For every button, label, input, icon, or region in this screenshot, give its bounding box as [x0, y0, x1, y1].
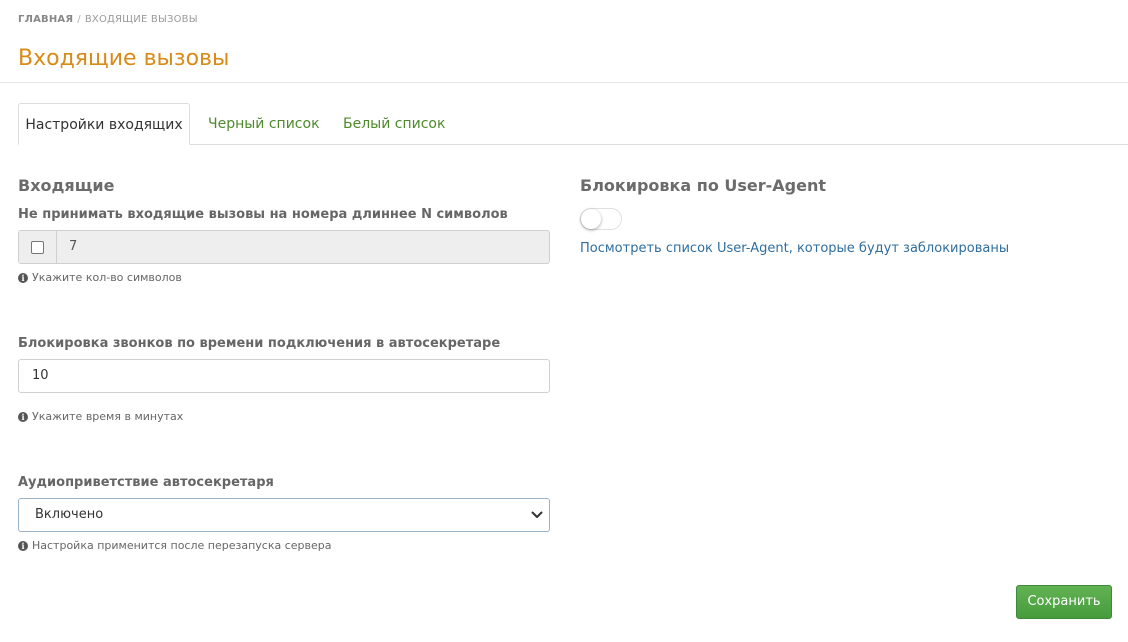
max-length-label: Не принимать входящие вызовы на номера д… — [18, 207, 508, 222]
user-agent-list-link[interactable]: Посмотреть список User-Agent, которые бу… — [580, 241, 1009, 256]
chevron-down-icon — [531, 511, 543, 518]
autoattendant-block-input[interactable]: 10 — [18, 359, 550, 393]
tab-bar: Настройки входящих Черный список Белый с… — [18, 103, 1128, 145]
greeting-select[interactable]: Включено — [18, 498, 550, 532]
info-icon: i — [18, 411, 28, 422]
greeting-help-text: Настройка применится после перезапуска с… — [32, 539, 332, 552]
incoming-section-title: Входящие — [18, 176, 115, 195]
max-length-input[interactable]: 7 — [57, 231, 549, 263]
save-button[interactable]: Сохранить — [1016, 585, 1112, 619]
autoattendant-block-help-text: Укажите время в минутах — [32, 410, 184, 423]
info-icon: i — [18, 272, 28, 283]
breadcrumb-home-link[interactable]: ГЛАВНАЯ — [18, 14, 73, 25]
page-title: Входящие вызовы — [18, 46, 230, 71]
autoattendant-block-help: i Укажите время в минутах — [18, 410, 183, 423]
max-length-checkbox[interactable] — [31, 240, 44, 254]
user-agent-block-toggle[interactable] — [580, 208, 622, 230]
greeting-select-value: Включено — [35, 507, 104, 522]
max-length-addon — [19, 231, 57, 263]
title-divider — [0, 82, 1128, 83]
tab-whitelist[interactable]: Белый список — [343, 103, 445, 145]
breadcrumb-separator: / — [77, 14, 81, 25]
info-icon: i — [18, 540, 28, 551]
max-length-input-group: 7 — [18, 230, 550, 264]
user-agent-section-title: Блокировка по User-Agent — [580, 176, 827, 195]
tab-blacklist[interactable]: Черный список — [208, 103, 320, 145]
breadcrumb-current: ВХОДЯЩИЕ ВЫЗОВЫ — [84, 14, 198, 25]
greeting-label: Аудиоприветствие автосекретаря — [18, 475, 274, 490]
toggle-knob — [581, 209, 601, 229]
autoattendant-block-label: Блокировка звонков по времени подключени… — [18, 336, 501, 351]
max-length-help: i Укажите кол-во символов — [18, 271, 182, 284]
max-length-help-text: Укажите кол-во символов — [32, 271, 182, 284]
breadcrumb: ГЛАВНАЯ / ВХОДЯЩИЕ ВЫЗОВЫ — [18, 14, 198, 25]
tab-incoming-settings[interactable]: Настройки входящих — [18, 103, 190, 145]
greeting-help: i Настройка применится после перезапуска … — [18, 539, 331, 552]
